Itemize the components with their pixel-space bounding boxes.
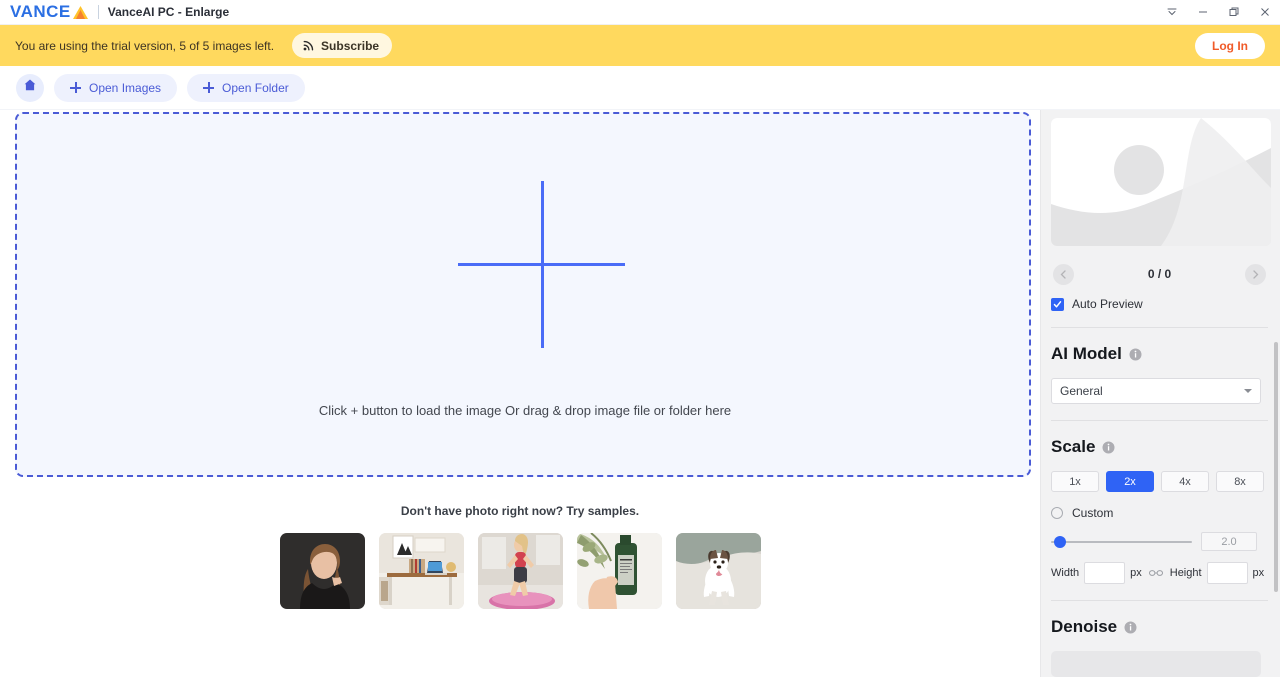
open-images-button[interactable]: Open Images: [54, 74, 177, 102]
scale-value-box[interactable]: 2.0: [1201, 532, 1257, 551]
home-icon: [23, 78, 37, 97]
width-unit: px: [1130, 567, 1142, 579]
maximize-icon[interactable]: [1218, 0, 1249, 25]
height-input[interactable]: [1207, 562, 1248, 584]
prev-image-button[interactable]: [1053, 264, 1074, 285]
panel-divider: [1051, 327, 1268, 328]
open-images-label: Open Images: [89, 81, 161, 95]
home-button[interactable]: [16, 74, 44, 102]
scale-header: Scale: [1051, 437, 1268, 457]
auto-preview-label: Auto Preview: [1072, 297, 1143, 311]
scale-option-1x[interactable]: 1x: [1051, 471, 1099, 492]
subscribe-label: Subscribe: [321, 39, 379, 53]
next-image-button[interactable]: [1245, 264, 1266, 285]
preview-placeholder: [1051, 118, 1271, 246]
scale-options: 1x 2x 4x 8x: [1051, 471, 1268, 492]
title-bar: VANCE VanceAI PC - Enlarge: [0, 0, 1280, 25]
window-controls: [1156, 0, 1280, 25]
info-icon[interactable]: [1124, 621, 1137, 634]
settings-panel: 0 / 0 Auto Preview AI Model General: [1040, 110, 1280, 677]
image-counter: 0 / 0: [1148, 267, 1171, 281]
panel-scrollbar[interactable]: [1272, 110, 1280, 677]
denoise-title: Denoise: [1051, 617, 1117, 637]
height-unit: px: [1253, 567, 1265, 579]
width-label: Width: [1051, 567, 1079, 579]
open-folder-label: Open Folder: [222, 81, 289, 95]
scale-option-2x[interactable]: 2x: [1106, 471, 1154, 492]
width-input[interactable]: [1084, 562, 1125, 584]
samples-caption: Don't have photo right now? Try samples.: [0, 504, 1040, 518]
work-area: Click + button to load the image Or drag…: [0, 110, 1040, 677]
vance-a-triangle-icon: [72, 5, 89, 20]
login-label: Log In: [1212, 39, 1248, 53]
info-icon[interactable]: [1102, 441, 1115, 454]
slider-track: [1051, 541, 1192, 543]
vanceai-enlarge-window: VANCE VanceAI PC - Enlarge: [0, 0, 1280, 677]
preview-nav: 0 / 0: [1051, 262, 1268, 286]
app-title: VanceAI PC - Enlarge: [108, 5, 229, 19]
rss-icon: [302, 39, 315, 52]
panel-divider: [1051, 600, 1268, 601]
sample-desk-office[interactable]: [379, 533, 464, 609]
sample-woman-exercise[interactable]: [478, 533, 563, 609]
custom-scale-row: Custom: [1051, 506, 1268, 520]
app-logo: VANCE VanceAI PC - Enlarge: [0, 2, 229, 22]
ai-model-header: AI Model: [1051, 344, 1268, 364]
slider-thumb[interactable]: [1054, 536, 1066, 548]
ai-model-title: AI Model: [1051, 344, 1122, 364]
sample-thumbnails: [0, 533, 1040, 609]
sample-dog-running[interactable]: [676, 533, 761, 609]
image-dropzone[interactable]: Click + button to load the image Or drag…: [15, 112, 1031, 477]
scrollbar-thumb[interactable]: [1274, 342, 1278, 592]
logo-text: VANCE: [10, 2, 71, 22]
info-icon[interactable]: [1129, 348, 1142, 361]
main-toolbar: Open Images Open Folder: [0, 66, 1280, 110]
logo-divider: [98, 5, 99, 19]
trial-banner: You are using the trial version, 5 of 5 …: [0, 25, 1280, 66]
panel-divider: [1051, 420, 1268, 421]
height-label: Height: [1170, 567, 1202, 579]
scale-slider-row: 2.0: [1051, 532, 1268, 551]
custom-scale-radio[interactable]: [1051, 507, 1063, 519]
chevron-down-icon: [1244, 389, 1252, 393]
dropzone-hint-text: Click + button to load the image Or drag…: [17, 403, 1033, 418]
auto-preview-row: Auto Preview: [1051, 297, 1268, 311]
large-plus-icon[interactable]: [458, 181, 625, 348]
ai-model-selected-value: General: [1060, 384, 1103, 398]
plus-icon: [70, 82, 81, 93]
custom-scale-label: Custom: [1072, 506, 1113, 520]
sample-portrait-woman[interactable]: [280, 533, 365, 609]
minimize-icon[interactable]: [1187, 0, 1218, 25]
denoise-header: Denoise: [1051, 617, 1268, 637]
sample-green-bottle[interactable]: [577, 533, 662, 609]
image-placeholder-icon: [1051, 118, 1271, 246]
plus-icon: [203, 82, 214, 93]
login-button[interactable]: Log In: [1195, 33, 1265, 59]
subscribe-button[interactable]: Subscribe: [292, 33, 392, 58]
trial-status-text: You are using the trial version, 5 of 5 …: [15, 39, 274, 53]
scale-option-4x[interactable]: 4x: [1161, 471, 1209, 492]
link-chain-icon[interactable]: [1147, 568, 1165, 578]
menu-caret-icon[interactable]: [1156, 0, 1187, 25]
scale-slider[interactable]: [1051, 536, 1192, 548]
close-icon[interactable]: [1249, 0, 1280, 25]
ai-model-select[interactable]: General: [1051, 378, 1261, 404]
scale-title: Scale: [1051, 437, 1095, 457]
open-folder-button[interactable]: Open Folder: [187, 74, 305, 102]
scale-option-8x[interactable]: 8x: [1216, 471, 1264, 492]
denoise-control-partial[interactable]: [1051, 651, 1261, 677]
auto-preview-checkbox[interactable]: [1051, 298, 1064, 311]
dimensions-row: Width px Height px: [1051, 562, 1268, 584]
